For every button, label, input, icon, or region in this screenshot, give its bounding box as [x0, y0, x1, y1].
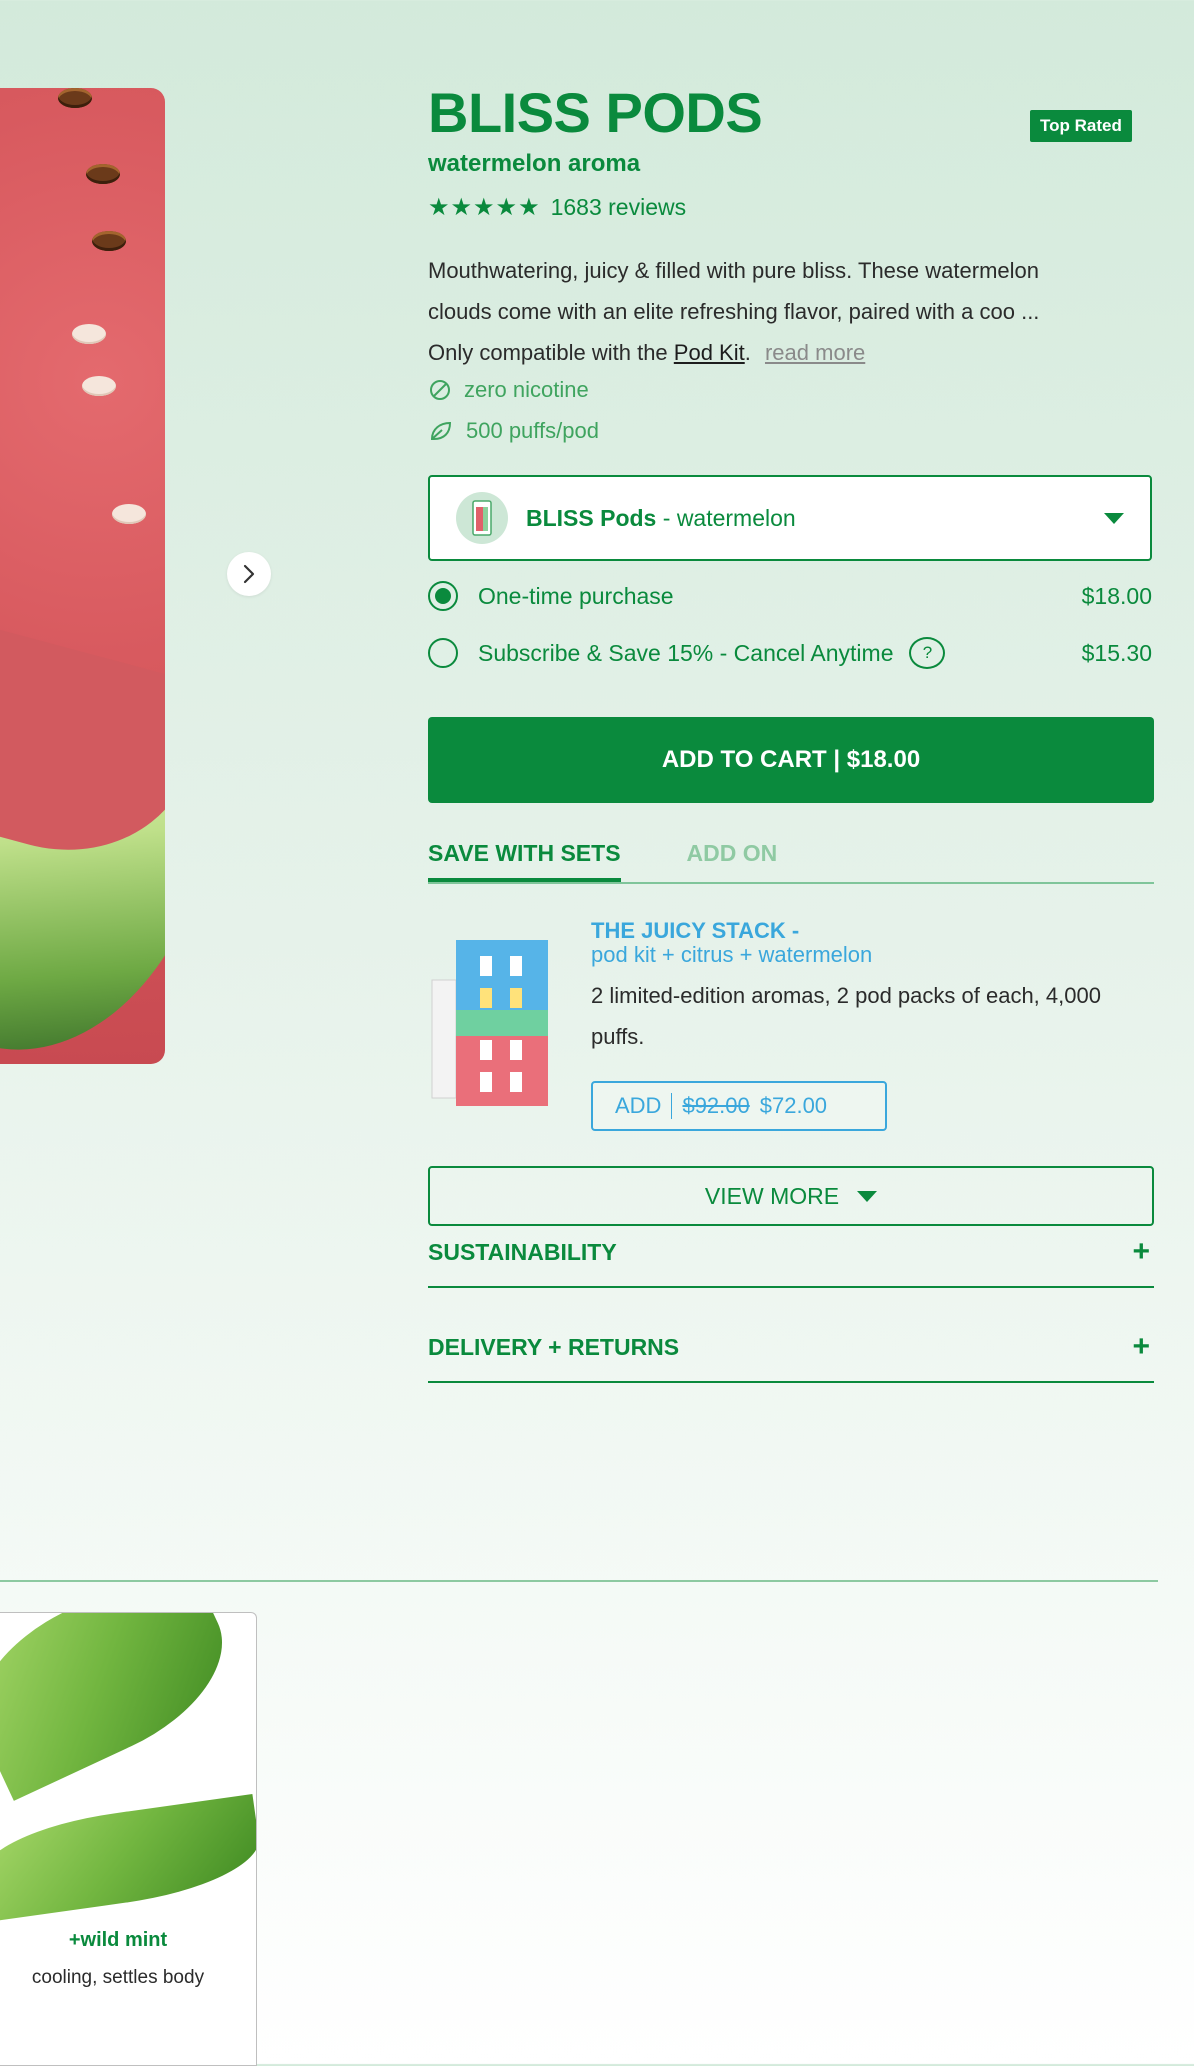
juicy-stack-image — [428, 940, 556, 1110]
rating-stars-icon: ★★★★★ — [428, 194, 541, 221]
watermelon-seed — [58, 88, 92, 108]
description-line: Only compatible with the Pod Kit. read m… — [428, 340, 866, 365]
old-price: $92.00 — [682, 1093, 750, 1118]
top-rated-badge: Top Rated — [1030, 110, 1132, 142]
set-subtitle: pod kit + citrus + watermelon — [591, 942, 873, 967]
pod-thumbnail — [456, 492, 508, 544]
addon-title: +wild mint — [68, 1929, 168, 1951]
watermelon-seed — [112, 504, 146, 524]
addon-subtitle: cooling, settles body — [31, 1967, 205, 1988]
accordion-delivery-returns[interactable]: DELIVERY + RETURNS + — [428, 1313, 1154, 1383]
add-set-button[interactable]: ADD $92.00 $72.00 — [591, 1081, 887, 1131]
feature-zero-nicotine: zero nicotine — [428, 377, 1156, 403]
reviews-count[interactable]: 1683 reviews — [551, 194, 687, 221]
plus-icon: + — [1132, 1330, 1150, 1363]
purchase-option-subscribe[interactable]: Subscribe & Save 15% - Cancel Anytime ? … — [428, 637, 1152, 669]
watermelon-seed — [86, 164, 120, 184]
product-aroma: watermelon aroma — [428, 150, 641, 177]
variant-select-label: BLISS Pods - watermelon — [526, 504, 796, 531]
carousel-next-button[interactable] — [227, 552, 271, 596]
pod-kit-link[interactable]: Pod Kit — [674, 340, 745, 365]
help-icon[interactable]: ? — [909, 637, 946, 669]
divider — [671, 1093, 673, 1119]
read-more-link[interactable]: read more — [765, 340, 865, 365]
product-box-icon — [431, 940, 548, 1106]
watermelon-seed — [82, 376, 116, 396]
mint-leaf-image — [0, 1613, 250, 1801]
product-hero-image — [0, 88, 165, 1064]
mint-leaf-image — [0, 1793, 256, 1923]
tabs: SAVE WITH SETS ADD ON — [428, 840, 1154, 884]
tab-save-with-sets[interactable]: SAVE WITH SETS — [428, 840, 621, 882]
description-line: clouds come with an elite refreshing fla… — [428, 299, 1040, 324]
addon-card-wild-mint[interactable]: +wild mint cooling, settles body — [0, 1612, 257, 2066]
tab-add-on[interactable]: ADD ON — [687, 840, 778, 882]
plus-icon: + — [1132, 1235, 1150, 1268]
set-price: $72.00 — [759, 1093, 828, 1118]
product-reviews[interactable]: ★★★★★ 1683 reviews — [428, 193, 1156, 222]
feature-puffs: 500 puffs/pod — [428, 418, 1156, 444]
description-line: Mouthwatering, juicy & filled with pure … — [428, 258, 1039, 283]
radio-one-time[interactable] — [428, 581, 458, 611]
pod-pack-icon — [472, 500, 492, 536]
radio-subscribe[interactable] — [428, 638, 458, 668]
view-more-button[interactable]: VIEW MORE — [428, 1166, 1154, 1226]
section-divider — [0, 1580, 1158, 1582]
add-to-cart-button[interactable]: ADD TO CART | $18.00 — [428, 717, 1154, 803]
leaf-icon — [430, 421, 452, 440]
chevron-right-icon — [243, 564, 255, 584]
no-nicotine-icon — [430, 380, 450, 400]
chevron-down-icon — [1104, 512, 1124, 524]
set-description: 2 limited-edition aromas, 2 pod packs of… — [591, 983, 1101, 1049]
watermelon-seed — [72, 324, 106, 344]
accordion-sustainability[interactable]: SUSTAINABILITY + — [428, 1218, 1154, 1288]
chevron-down-icon — [857, 1190, 878, 1202]
set-title: THE JUICY STACK - — [591, 918, 800, 943]
purchase-option-one-time[interactable]: One-time purchase $18.00 — [428, 581, 1152, 611]
variant-select[interactable]: BLISS Pods - watermelon — [428, 475, 1152, 561]
product-description: Mouthwatering, juicy & filled with pure … — [428, 250, 1138, 373]
watermelon-seed — [92, 231, 126, 251]
